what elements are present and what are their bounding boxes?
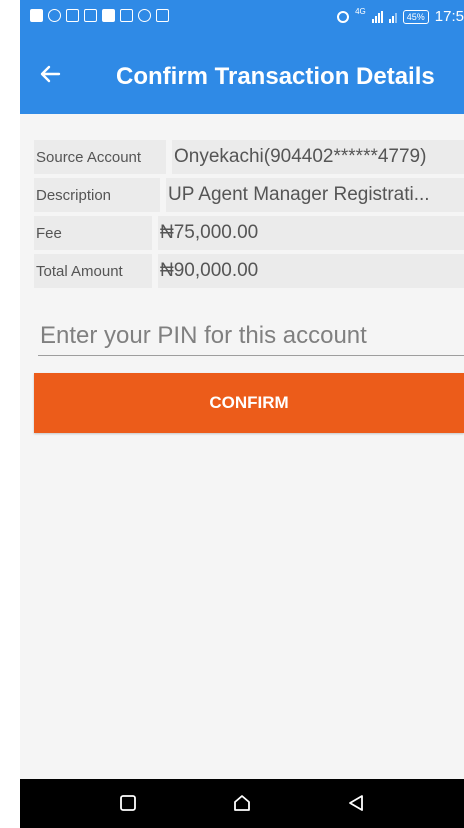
system-nav-bar [20,779,464,828]
battery-indicator: 45% [402,9,429,24]
detail-value: UP Agent Manager Registrati... [166,178,464,212]
detail-row-description: Description UP Agent Manager Registrati.… [34,178,464,212]
detail-label: Total Amount [34,254,152,288]
detail-value: Onyekachi(904402******4779) [172,140,464,174]
recent-apps-square-icon[interactable] [116,791,140,815]
detail-value: ₦75,000.00 [158,216,464,250]
whatsapp-icon [48,9,61,22]
status-right: 4G 45% 17:5 [337,7,464,25]
app-bar: Confirm Transaction Details [20,36,464,114]
page-title: Confirm Transaction Details [116,63,435,90]
location-icon [337,10,350,23]
signal-icon [371,10,383,23]
detail-row-total-amount: Total Amount ₦90,000.00 [34,254,464,288]
notification-icons [30,9,169,22]
checkbox-icon [120,9,133,22]
nav-back-triangle-icon[interactable] [344,791,368,815]
detail-label: Description [34,178,160,212]
network-type: 4G [355,7,366,16]
detail-label: Fee [34,216,152,250]
pin-input[interactable] [38,316,464,356]
twitter-icon [102,9,115,22]
left-margin [0,0,20,828]
back-arrow-icon[interactable] [34,58,66,90]
status-bar: 4G 45% 17:5 [20,0,464,36]
facebook-icon [30,9,43,22]
confirm-button[interactable]: CONFIRM [34,373,464,433]
phone-screen: 4G 45% 17:5 Confirm Transaction Details … [20,0,464,828]
clock: 17:5 [434,8,464,25]
detail-row-fee: Fee ₦75,000.00 [34,216,464,250]
detail-row-source-account: Source Account Onyekachi(904402******477… [34,140,464,174]
gmail-icon-2 [84,9,97,22]
transaction-details: Source Account Onyekachi(904402******477… [34,140,464,292]
detail-value: ₦90,000.00 [158,254,464,288]
shield-icon [138,9,151,22]
signal-icon-2 [388,11,397,23]
gmail-icon [66,9,79,22]
home-icon[interactable] [230,791,254,815]
detail-label: Source Account [34,140,166,174]
image-icon [156,9,169,22]
